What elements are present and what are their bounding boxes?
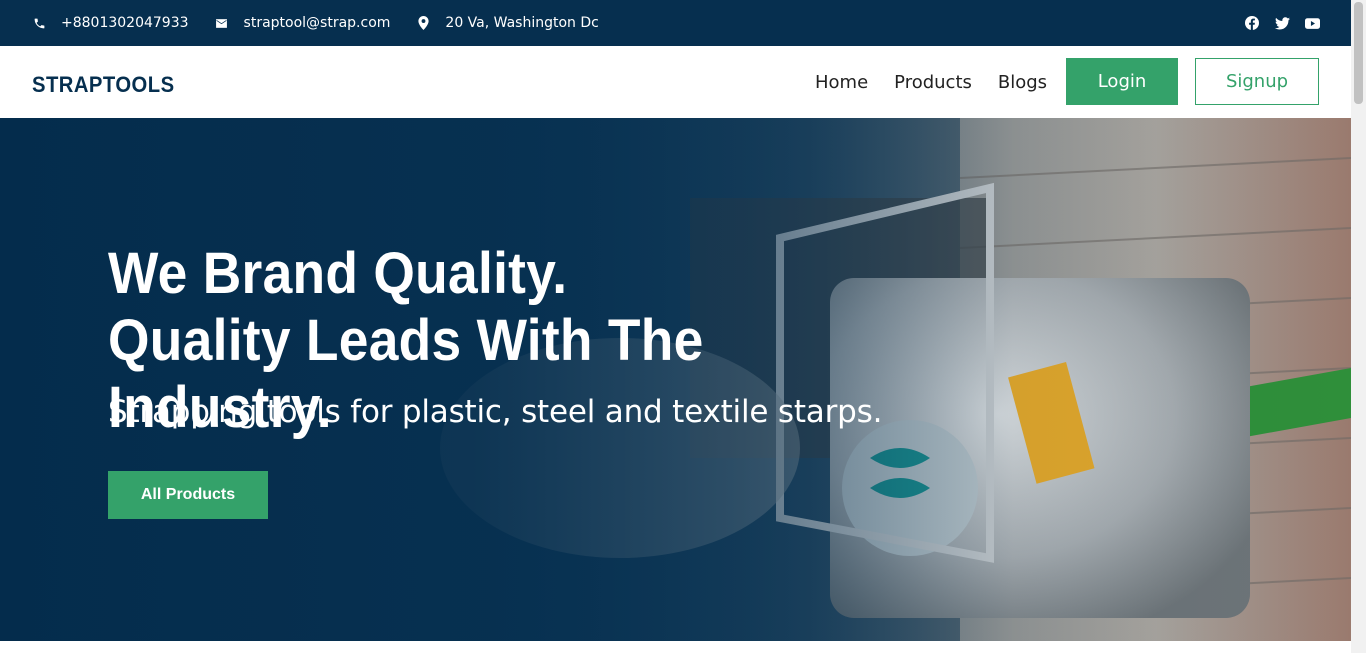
address-info: 20 Va, Washington Dc [416,15,599,31]
signup-button[interactable]: Signup [1195,58,1319,105]
nav-link-products[interactable]: Products [894,72,972,93]
nav-link-blogs[interactable]: Blogs [998,72,1047,93]
twitter-icon[interactable] [1274,15,1290,31]
all-products-button[interactable]: All Products [108,471,268,519]
phone-icon [32,16,46,30]
social-links [1230,15,1320,31]
page-bottom-edge [0,641,1351,653]
phone-info: +8801302047933 [32,15,189,31]
address-text: 20 Va, Washington Dc [445,15,599,31]
location-pin-icon [416,16,430,30]
email-info: straptool@strap.com [215,15,391,31]
mail-icon [215,16,229,30]
contact-info: +8801302047933 straptool@strap.com 20 Va… [32,15,625,31]
top-info-bar: +8801302047933 straptool@strap.com 20 Va… [0,0,1351,46]
nav-link-home[interactable]: Home [815,72,868,93]
main-navbar: STRAPTOOLS Home Products Blogs Login Sig… [0,46,1351,118]
hero-section: We Brand Quality. Quality Leads With The… [0,118,1351,641]
page-scrollbar[interactable] [1351,0,1366,653]
nav-links: Home Products Blogs [815,72,1073,93]
youtube-icon[interactable] [1304,15,1320,31]
phone-text: +8801302047933 [61,15,189,31]
brand-logo[interactable]: STRAPTOOLS [32,72,175,98]
login-button[interactable]: Login [1066,58,1178,105]
facebook-icon[interactable] [1244,15,1260,31]
email-text: straptool@strap.com [243,15,391,31]
scrollbar-thumb[interactable] [1354,2,1363,104]
hero-subtitle: Strapping tools for plastic, steel and t… [108,394,883,430]
